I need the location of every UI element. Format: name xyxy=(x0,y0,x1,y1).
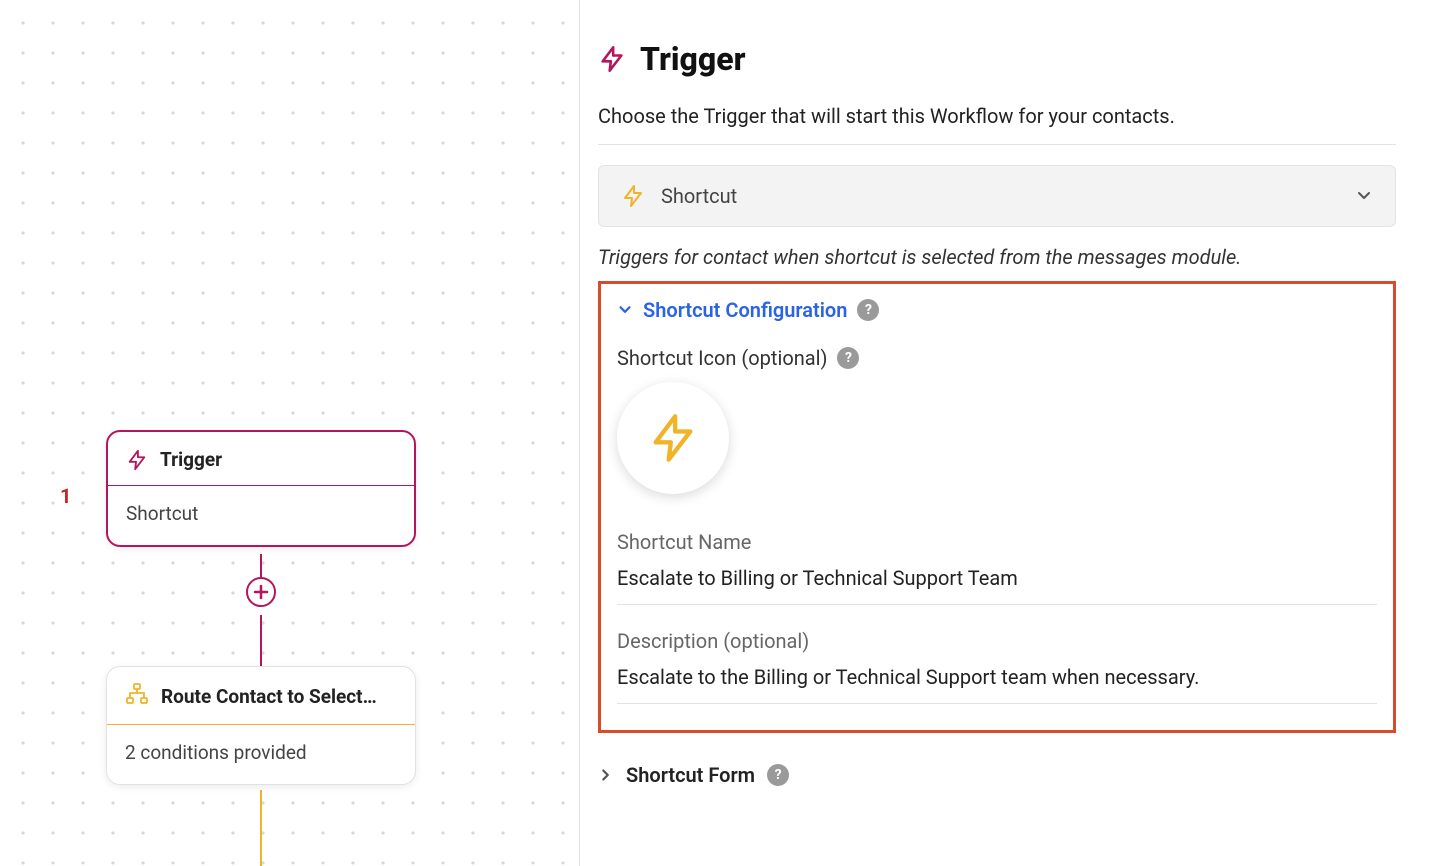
node-trigger-title: Trigger xyxy=(160,448,222,471)
bolt-icon xyxy=(621,184,645,208)
trigger-hint: Triggers for contact when shortcut is se… xyxy=(598,245,1396,269)
node-route[interactable]: Route Contact to Select… 2 conditions pr… xyxy=(106,666,416,785)
trigger-type-label: Shortcut xyxy=(661,184,1339,208)
chevron-down-icon xyxy=(1355,187,1373,205)
panel-title-text: Trigger xyxy=(640,40,746,78)
shortcut-name-input[interactable]: Escalate to Billing or Technical Support… xyxy=(617,566,1377,605)
section-form-title: Shortcut Form xyxy=(626,763,755,787)
node-trigger[interactable]: Trigger Shortcut xyxy=(106,430,416,547)
shortcut-name-label: Shortcut Name xyxy=(617,530,1377,554)
help-icon[interactable]: ? xyxy=(837,347,859,369)
node-trigger-body: Shortcut xyxy=(108,486,414,545)
section-title: Shortcut Configuration xyxy=(643,298,847,322)
help-icon[interactable]: ? xyxy=(857,299,879,321)
panel-title: Trigger xyxy=(598,40,1396,78)
details-panel: Trigger Choose the Trigger that will sta… xyxy=(580,0,1436,866)
branch-icon xyxy=(125,683,149,710)
panel-subtitle: Choose the Trigger that will start this … xyxy=(598,104,1396,128)
trigger-type-select[interactable]: Shortcut xyxy=(598,165,1396,227)
connector-line xyxy=(260,790,262,866)
node-route-body: 2 conditions provided xyxy=(107,725,415,784)
shortcut-config-highlight: Shortcut Configuration ? Shortcut Icon (… xyxy=(598,281,1396,733)
workflow-canvas[interactable]: 1 Trigger Shortcut xyxy=(0,0,580,866)
bolt-icon xyxy=(598,45,626,73)
bolt-icon xyxy=(647,412,699,464)
section-shortcut-configuration[interactable]: Shortcut Configuration ? xyxy=(617,298,1377,322)
chevron-right-icon xyxy=(598,767,614,783)
add-step-button[interactable] xyxy=(246,577,276,607)
connector-line xyxy=(260,615,262,670)
shortcut-icon-label: Shortcut Icon (optional) ? xyxy=(617,346,1377,370)
section-shortcut-form[interactable]: Shortcut Form ? xyxy=(598,755,1396,787)
node-route-title: Route Contact to Select… xyxy=(161,685,377,708)
shortcut-desc-label: Description (optional) xyxy=(617,629,1377,653)
chevron-down-icon xyxy=(617,302,633,318)
step-number-1: 1 xyxy=(60,484,71,508)
help-icon[interactable]: ? xyxy=(767,764,789,786)
shortcut-icon-picker[interactable] xyxy=(617,382,729,494)
bolt-icon xyxy=(126,449,148,471)
plus-icon xyxy=(253,584,269,600)
shortcut-desc-input[interactable]: Escalate to the Billing or Technical Sup… xyxy=(617,665,1377,704)
divider xyxy=(598,144,1396,145)
